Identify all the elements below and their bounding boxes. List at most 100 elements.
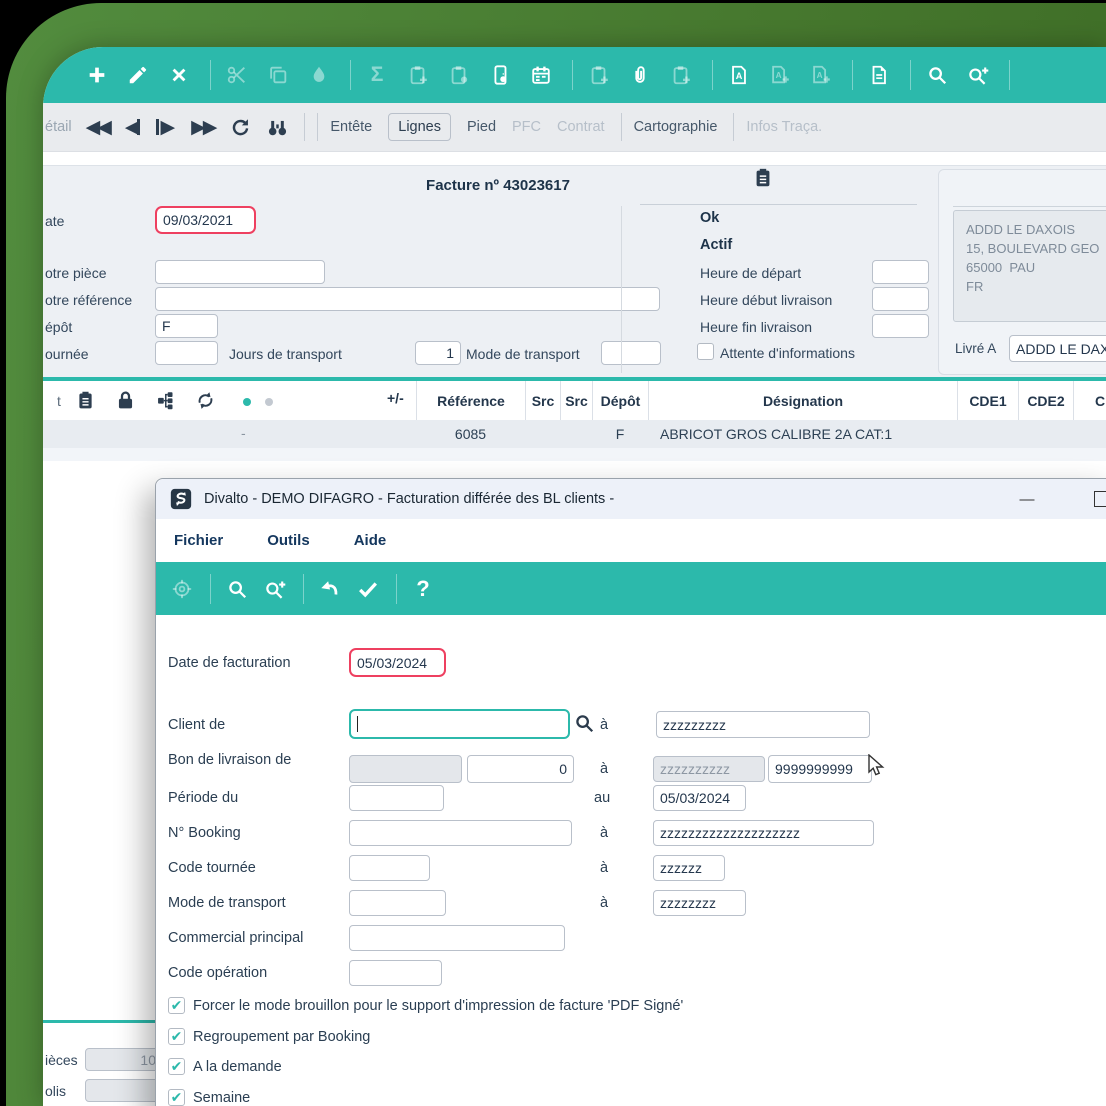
tournee-field[interactable] — [155, 341, 218, 365]
search-icon[interactable] — [572, 711, 596, 735]
page-dot[interactable] — [265, 398, 273, 406]
column-header-designation[interactable]: Désignation — [648, 381, 957, 420]
tab-infos-tra-a-[interactable]: Infos Traça. — [746, 119, 822, 135]
table-row[interactable] — [43, 448, 1106, 461]
svg-text:A: A — [817, 71, 823, 80]
page-dot-active[interactable] — [243, 398, 251, 406]
tab-cartographie[interactable]: Cartographie — [634, 119, 718, 135]
piece-field[interactable] — [155, 260, 325, 284]
delivery-address-box: ADDD LE DAXOIS 15, BOULEVARD GEO 65000 P… — [953, 210, 1106, 322]
doc-a-add-icon[interactable]: A — [768, 63, 792, 87]
reference-field[interactable] — [155, 287, 660, 311]
code-tournee-from-field[interactable] — [349, 855, 430, 881]
menu-aide[interactable]: Aide — [354, 532, 387, 549]
code-tournee-a-field[interactable]: zzzzzz — [653, 855, 725, 881]
menu-outils[interactable]: Outils — [267, 532, 310, 549]
checkbox-0[interactable]: ✔ — [168, 997, 185, 1014]
code-tournee-label: Code tournée — [168, 860, 256, 876]
target-icon[interactable] — [170, 577, 194, 601]
refresh-icon[interactable] — [230, 117, 251, 138]
hierarchy-icon[interactable] — [155, 390, 176, 411]
client-de-field[interactable] — [349, 709, 570, 739]
column-header-cde1[interactable]: CDE1 — [957, 381, 1018, 420]
booking-from-field[interactable] — [349, 820, 572, 846]
ok-label: Ok — [700, 210, 719, 226]
status-row-field[interactable] — [872, 260, 929, 284]
dialog-titlebar[interactable]: Divalto - DEMO DIFAGRO - Facturation dif… — [156, 479, 1106, 519]
clipboard-gear-icon[interactable] — [447, 63, 471, 87]
clipboard-add-icon[interactable] — [587, 63, 611, 87]
clipboard-add-icon[interactable] — [406, 63, 430, 87]
livre-field[interactable]: ADDD LE DAX — [1009, 335, 1106, 362]
prev-icon[interactable]: ◀ — [125, 116, 141, 139]
search-icon[interactable] — [925, 63, 949, 87]
delete-icon[interactable] — [167, 63, 191, 87]
code-operation-field[interactable] — [349, 960, 442, 986]
column-header-src1[interactable]: Src — [525, 381, 560, 420]
clipboard-icon[interactable] — [75, 390, 96, 411]
mode-transport-from-field[interactable] — [349, 890, 446, 916]
doc-a-icon[interactable]: A — [727, 63, 751, 87]
paint-drop-icon[interactable] — [307, 63, 331, 87]
help-icon[interactable]: ? — [411, 577, 435, 601]
tab-pfc[interactable]: PFC — [512, 119, 541, 135]
maximize-button[interactable] — [1094, 491, 1106, 507]
periode-au-field[interactable]: 05/03/2024 — [653, 785, 746, 811]
edit-icon[interactable] — [126, 63, 150, 87]
search-plus-icon[interactable] — [263, 577, 287, 601]
date-field[interactable]: 09/03/2021 — [155, 206, 256, 234]
column-header-reference[interactable]: Référence — [416, 381, 525, 420]
copy-icon[interactable] — [266, 63, 290, 87]
tab-pied[interactable]: Pied — [467, 119, 496, 135]
checkbox-3[interactable]: ✔ — [168, 1089, 185, 1106]
booking-a-field[interactable]: zzzzzzzzzzzzzzzzzzzz — [653, 820, 874, 846]
status-row-field[interactable] — [872, 287, 929, 311]
sync-icon[interactable] — [195, 390, 216, 411]
add-icon[interactable] — [85, 63, 109, 87]
commercial-field[interactable] — [349, 925, 565, 951]
undo-icon[interactable] — [318, 577, 342, 601]
lock-icon[interactable] — [115, 390, 136, 411]
mode-transport-field[interactable] — [601, 341, 661, 365]
device-gear-icon[interactable] — [488, 63, 512, 87]
client-a-field[interactable]: zzzzzzzzz — [656, 711, 870, 738]
main-toolbar: ΣAAA — [43, 47, 1106, 103]
minimize-button[interactable]: — — [1014, 487, 1040, 511]
tab-lignes[interactable]: Lignes — [388, 113, 451, 141]
column-header-depot[interactable]: Dépôt — [592, 381, 648, 420]
calendar-icon[interactable] — [529, 63, 553, 87]
status-row-field[interactable] — [872, 314, 929, 338]
menu-fichier[interactable]: Fichier — [174, 532, 223, 549]
next-fast-icon[interactable]: ▶▶ — [191, 116, 214, 139]
cut-icon[interactable] — [225, 63, 249, 87]
bl-from-num-field[interactable]: 0 — [467, 755, 574, 783]
document-icon[interactable] — [867, 63, 891, 87]
search-icon[interactable] — [225, 577, 249, 601]
cell-designation: ABRICOT GROS CALIBRE 2A CAT:1 — [648, 420, 957, 448]
column-header-src2[interactable]: Src — [560, 381, 592, 420]
next-icon[interactable]: ▶ — [156, 116, 175, 139]
tab-ent-te[interactable]: Entête — [330, 119, 372, 135]
mode-transport-a-field[interactable]: zzzzzzzz — [653, 890, 746, 916]
clipboard-add-icon[interactable] — [669, 63, 693, 87]
status-row-label: Heure début livraison — [700, 292, 832, 308]
column-header-cde2[interactable]: CDE2 — [1018, 381, 1073, 420]
tab-contrat[interactable]: Contrat — [557, 119, 605, 135]
column-header-cde3[interactable]: C — [1073, 381, 1106, 420]
bl-to-num-field[interactable]: 9999999999 — [768, 755, 872, 783]
search-plus-icon[interactable] — [966, 63, 990, 87]
date-facturation-field[interactable]: 05/03/2024 — [349, 648, 446, 677]
periode-du-field[interactable] — [349, 785, 444, 811]
checkbox-2[interactable]: ✔ — [168, 1058, 185, 1075]
paperclip-icon[interactable] — [628, 63, 652, 87]
jours-transport-field[interactable]: 1 — [415, 341, 461, 365]
checkbox-1[interactable]: ✔ — [168, 1028, 185, 1045]
check-icon[interactable] — [356, 577, 380, 601]
sigma-icon[interactable]: Σ — [365, 63, 389, 87]
doc-a-add-icon[interactable]: A — [809, 63, 833, 87]
attente-checkbox[interactable] — [697, 343, 714, 360]
table-row[interactable]: 6085FABRICOT GROS CALIBRE 2A CAT:1- — [43, 420, 1106, 448]
prev-fast-icon[interactable]: ◀◀ — [86, 116, 109, 139]
depot-field[interactable]: F — [155, 314, 218, 338]
binoculars-icon[interactable] — [267, 117, 288, 138]
